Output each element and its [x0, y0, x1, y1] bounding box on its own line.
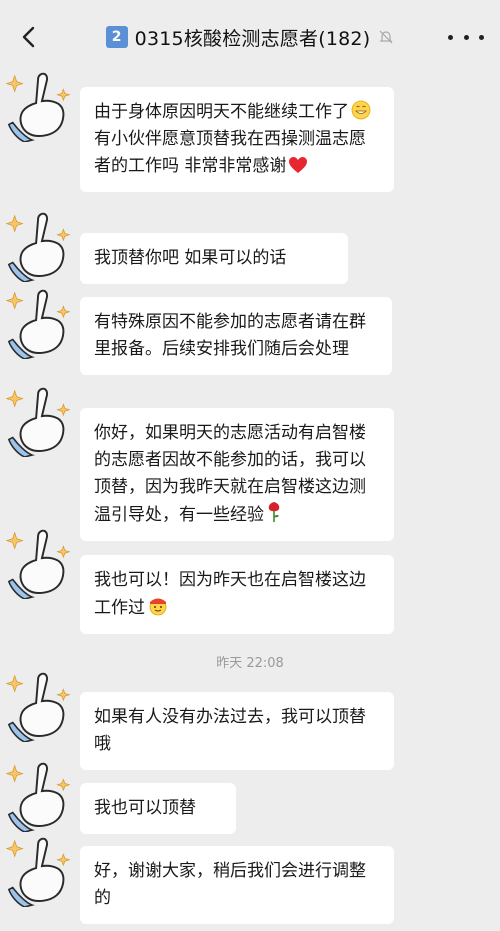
avatar[interactable] — [2, 285, 78, 359]
message-bubble: 我也可以！因为昨天也在启智楼这边工作过 — [80, 555, 394, 634]
red-heart-icon — [289, 157, 308, 173]
message-bubble: 我顶替你吧 如果可以的话 — [80, 233, 348, 284]
avatar[interactable] — [2, 758, 78, 832]
message-text: 我也可以！因为昨天也在启智楼这边工作过 — [94, 570, 366, 618]
avatar[interactable] — [2, 525, 78, 599]
avatar[interactable] — [2, 383, 78, 457]
group-name: 0315核酸检测志愿者(182) — [134, 27, 371, 50]
message-bubble: 我也可以顶替 — [80, 783, 236, 834]
message-bubble: 好，谢谢大家，稍后我们会进行调整的 — [80, 846, 394, 924]
message-text: 我顶替你吧 如果可以的话 — [94, 248, 287, 268]
message-bubble: 由于身体原因明天不能继续工作了 有小伙伴愿意顶替我在西操测温志愿者的工作吗 非常… — [80, 87, 394, 192]
group-number-badge: 2 — [105, 26, 128, 48]
message-bubble: 有特殊原因不能参加的志愿者请在群里报备。后续安排我们随后会处理 — [80, 297, 392, 375]
message-text: 有特殊原因不能参加的志愿者请在群里报备。后续安排我们随后会处理 — [94, 312, 366, 359]
message-text: 由于身体原因明天不能继续工作了 — [94, 102, 349, 122]
message-text-cont: 有小伙伴愿意顶替我在西操测温志愿者的工作吗 非常非常感谢 — [94, 129, 366, 176]
message-text: 我也可以顶替 — [94, 798, 196, 818]
more-icon[interactable] — [448, 22, 484, 52]
face-with-hat-icon — [149, 598, 167, 616]
message-bubble: 如果有人没有办法过去，我可以顶替哦 — [80, 692, 394, 770]
avatar[interactable] — [2, 68, 78, 142]
chat-title: 2 0315核酸检测志愿者(182) — [0, 22, 500, 52]
grinning-face-icon — [351, 100, 371, 120]
message-text: 你好，如果明天的志愿活动有启智楼的志愿者因故不能参加的话，我可以顶替，因为我昨天… — [94, 423, 366, 525]
avatar[interactable] — [2, 833, 78, 907]
chat-header: 2 0315核酸检测志愿者(182) — [0, 0, 500, 72]
message-text: 好，谢谢大家，稍后我们会进行调整的 — [94, 861, 366, 908]
mute-bell-icon — [379, 30, 393, 44]
avatar[interactable] — [2, 208, 78, 282]
message-text: 如果有人没有办法过去，我可以顶替哦 — [94, 707, 366, 754]
rose-icon — [268, 502, 280, 522]
avatar[interactable] — [2, 668, 78, 742]
message-bubble: 你好，如果明天的志愿活动有启智楼的志愿者因故不能参加的话，我可以顶替，因为我昨天… — [80, 408, 394, 541]
